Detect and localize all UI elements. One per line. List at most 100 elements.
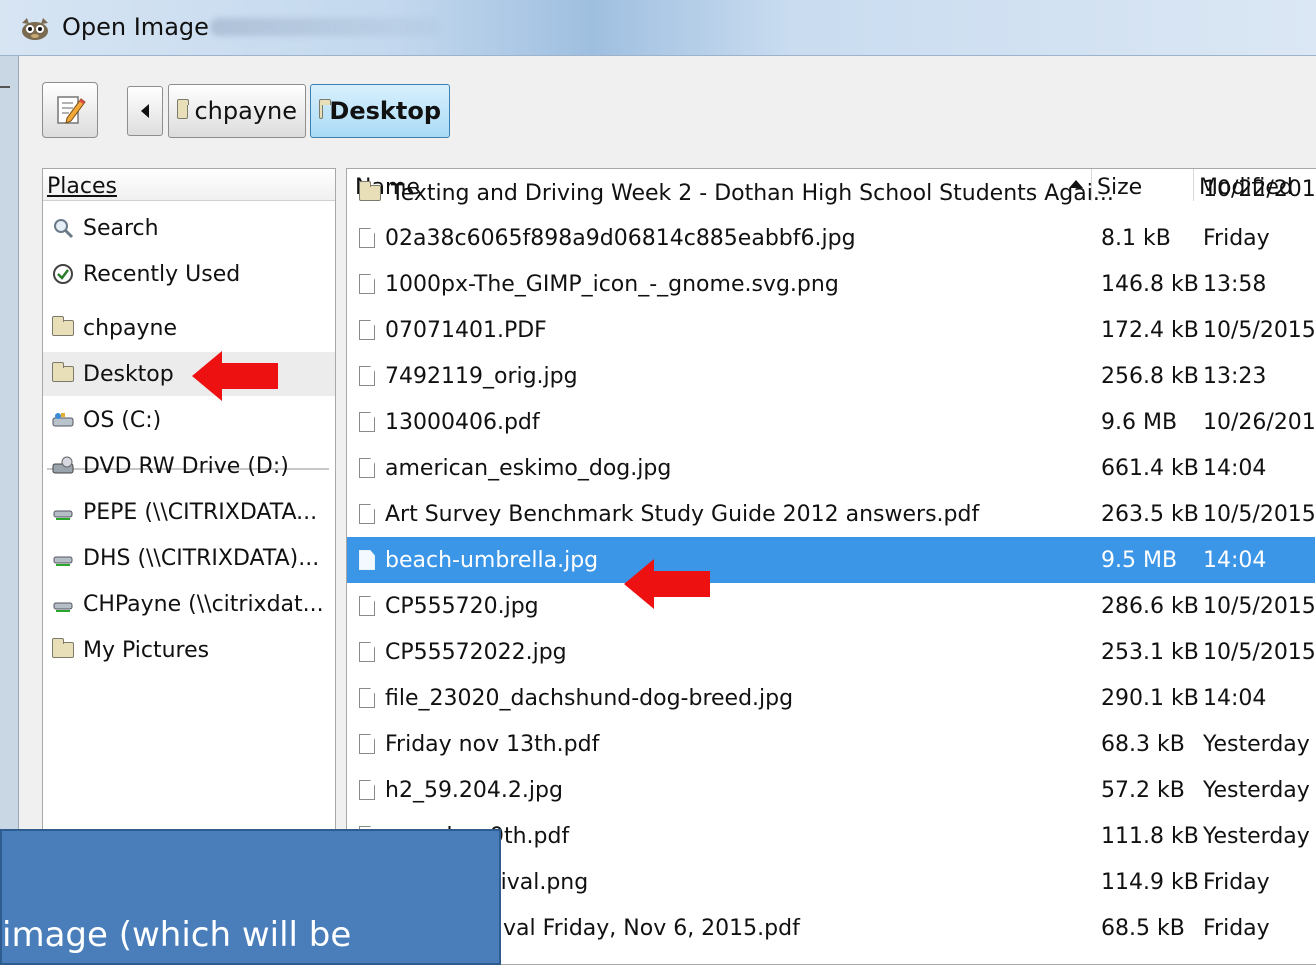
file-name-text: beach-umbrella.jpg — [385, 547, 599, 573]
place-recently-used[interactable]: Recently Used — [43, 252, 335, 296]
file-size: 57.2 kB — [1101, 777, 1185, 803]
magnifier-icon — [49, 217, 77, 239]
place-dvd-drive[interactable]: DVD RW Drive (D:) — [43, 444, 335, 488]
file-modified: 14:04 — [1203, 685, 1267, 711]
file-modified: Yesterday a — [1203, 823, 1316, 849]
file-name: Art Survey Benchmark Study Guide 2012 an… — [359, 491, 979, 537]
file-modified: Yesterday a — [1203, 777, 1316, 803]
file-name: Friday nov 13th.pdf — [359, 721, 599, 767]
window-title-bar: Open Image — [0, 0, 1316, 56]
file-modified: 14:04 — [1203, 547, 1267, 573]
place-my-pictures[interactable]: My Pictures — [43, 628, 335, 672]
recent-icon — [49, 263, 77, 285]
file-size: 256.8 kB — [1101, 363, 1199, 389]
file-name: 7492119_orig.jpg — [359, 353, 578, 399]
file-row[interactable]: CP55572022.jpg 253.1 kB 10/5/2015 — [347, 629, 1316, 675]
gimp-wilber-icon — [22, 18, 48, 40]
folder-icon — [49, 638, 77, 658]
file-row-selected[interactable]: beach-umbrella.jpg 9.5 MB 14:04 — [347, 537, 1315, 583]
places-header[interactable]: Places — [43, 169, 335, 201]
folder-icon — [319, 99, 333, 119]
file-name: 1000px-The_GIMP_icon_-_gnome.svg.png — [359, 261, 839, 307]
file-name-text: CP555720.jpg — [385, 593, 539, 619]
file-modified: 10/26/2015 — [1203, 409, 1316, 435]
network-drive-icon — [49, 594, 77, 614]
file-row[interactable]: h2_59.204.2.jpg 57.2 kB Yesterday a — [347, 767, 1316, 813]
file-name-text: Friday nov 13th.pdf — [385, 731, 600, 757]
file-size: 114.9 kB — [1101, 869, 1199, 895]
file-modified: 10/5/2015 — [1203, 501, 1316, 527]
file-size: 286.6 kB — [1101, 593, 1199, 619]
file-size: 68.5 kB — [1101, 915, 1185, 941]
drive-icon — [49, 410, 77, 430]
file-icon — [359, 274, 375, 294]
file-name-text: 13000406.pdf — [385, 409, 540, 435]
file-icon — [359, 504, 375, 524]
file-row[interactable]: file_23020_dachshund-dog-breed.jpg 290.1 … — [347, 675, 1315, 721]
folder-icon — [49, 316, 77, 336]
file-name: american_eskimo_dog.jpg — [359, 445, 671, 491]
file-name-text: Art Survey Benchmark Study Guide 2012 an… — [385, 501, 980, 527]
file-modified: 10/5/2015 — [1203, 317, 1316, 343]
file-name: beach-umbrella.jpg — [359, 537, 598, 583]
file-icon — [359, 642, 375, 662]
file-icon — [359, 780, 375, 800]
file-row[interactable]: Texting and Driving Week 2 - Dothan High… — [347, 173, 1316, 213]
file-size: 8.1 kB — [1101, 225, 1171, 251]
breadcrumb-desktop[interactable]: Desktop — [310, 84, 450, 138]
file-size: 253.1 kB — [1101, 639, 1199, 665]
file-modified: 10/5/2015 — [1203, 593, 1316, 619]
file-size: 111.8 kB — [1101, 823, 1199, 849]
file-icon — [359, 412, 375, 432]
breadcrumb-label: Desktop — [329, 97, 441, 125]
file-name: 02a38c6065f898a9d06814c885eabbf6.jpg — [359, 215, 856, 261]
file-row[interactable]: Art Survey Benchmark Study Guide 2012 an… — [347, 491, 1316, 537]
breadcrumb-chpayne[interactable]: chpayne — [168, 84, 306, 138]
place-network-chpayne[interactable]: CHPayne (\\citrixdat... — [43, 582, 335, 626]
callout-text: image (which will be — [2, 915, 352, 955]
file-row[interactable]: 7492119_orig.jpg 256.8 kB 13:23 — [347, 353, 1315, 399]
file-row[interactable]: 13000406.pdf 9.6 MB 10/26/2015 — [347, 399, 1316, 445]
folder-icon — [177, 99, 190, 119]
file-icon — [359, 458, 375, 478]
place-network-pepe[interactable]: PEPE (\\CITRIXDATA... — [43, 490, 335, 534]
place-desktop[interactable]: Desktop — [43, 352, 335, 396]
left-arrow-icon — [141, 104, 149, 118]
breadcrumb-label: chpayne — [194, 97, 297, 125]
file-row[interactable]: 1000px-The_GIMP_icon_-_gnome.svg.png 146.… — [347, 261, 1315, 307]
file-row[interactable]: CP555720.jpg 286.6 kB 10/5/2015 — [347, 583, 1316, 629]
type-location-button[interactable] — [42, 82, 98, 138]
file-name: 13000406.pdf — [359, 399, 540, 445]
path-back-button[interactable] — [127, 86, 163, 136]
file-row[interactable]: 02a38c6065f898a9d06814c885eabbf6.jpg 8.1 … — [347, 215, 1315, 261]
folder-icon — [49, 362, 77, 382]
blurred-app-name — [210, 18, 440, 36]
file-name: Texting and Driving Week 2 - Dothan High… — [359, 173, 1114, 213]
place-search[interactable]: Search — [43, 206, 335, 250]
file-name: CP55572022.jpg — [359, 629, 567, 675]
file-size: 290.1 kB — [1101, 685, 1199, 711]
file-row[interactable]: Friday nov 13th.pdf 68.3 kB Yesterday a — [347, 721, 1316, 767]
file-modified: Friday — [1203, 869, 1270, 895]
file-size: 146.8 kB — [1101, 271, 1199, 297]
network-drive-icon — [49, 502, 77, 522]
place-os-c[interactable]: OS (C:) — [43, 398, 335, 442]
file-icon — [359, 228, 375, 248]
file-row[interactable]: american_eskimo_dog.jpg 661.4 kB 14:04 — [347, 445, 1315, 491]
file-icon — [359, 320, 375, 340]
file-icon — [359, 550, 375, 570]
file-icon — [359, 366, 375, 386]
dvd-drive-icon — [49, 456, 77, 476]
file-icon — [359, 734, 375, 754]
file-icon — [359, 596, 375, 616]
file-size: 661.4 kB — [1101, 455, 1199, 481]
red-arrow-icon — [192, 351, 278, 401]
file-row[interactable]: 07071401.PDF 172.4 kB 10/5/2015 — [347, 307, 1316, 353]
file-name-text: american_eskimo_dog.jpg — [385, 455, 672, 481]
place-chpayne[interactable]: chpayne — [43, 306, 335, 350]
file-name-text: 02a38c6065f898a9d06814c885eabbf6.jpg — [385, 225, 856, 251]
file-size: 172.4 kB — [1101, 317, 1199, 343]
place-network-dhs[interactable]: DHS (\\CITRIXDATA)... — [43, 536, 335, 580]
red-arrow-icon — [624, 559, 710, 609]
file-icon — [359, 688, 375, 708]
